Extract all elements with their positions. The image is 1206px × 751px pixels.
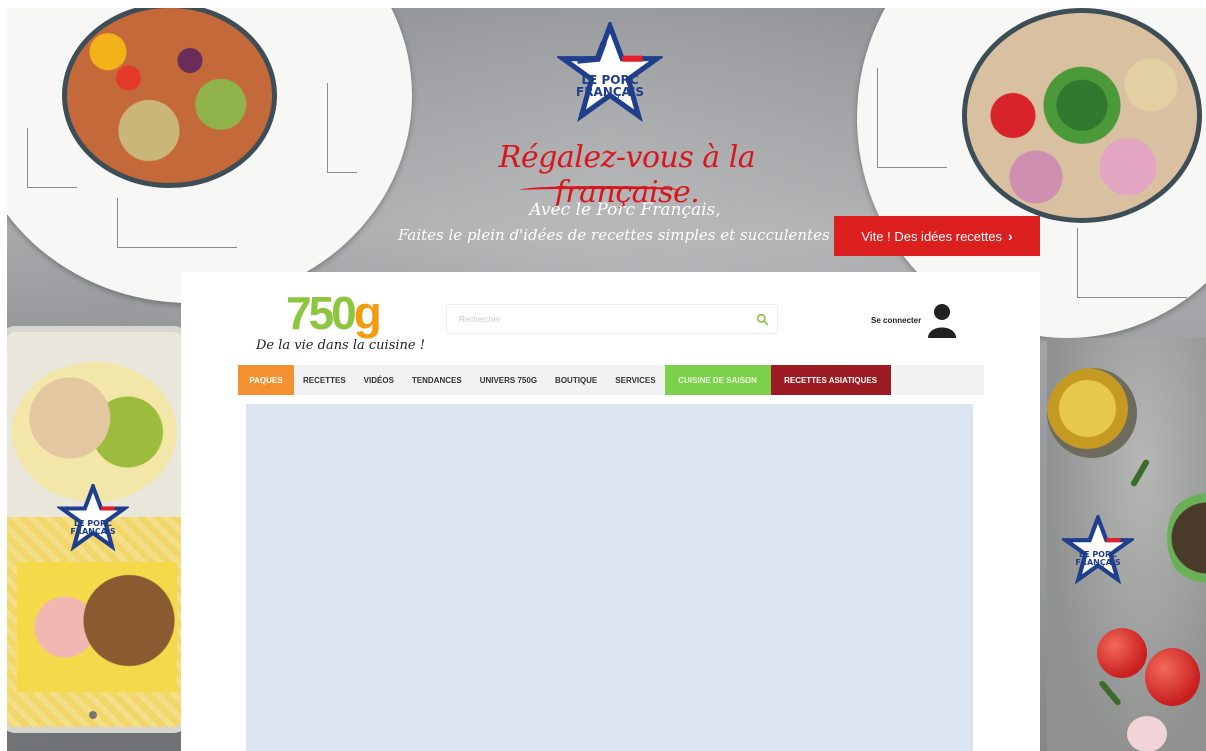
search-input[interactable] [447, 305, 747, 333]
site-logo[interactable]: 750g De la vie dans la cuisine ! [256, 282, 426, 353]
chevron-right-icon: › [1008, 228, 1013, 244]
badge-text: LE PORC FRANÇAIS [1075, 550, 1121, 567]
login-link[interactable]: Se connecter [871, 302, 957, 338]
cta-label: Vite ! Des idées recettes [861, 228, 1002, 244]
user-avatar-icon [928, 304, 957, 338]
le-porc-francais-logo-left[interactable]: LE PORC FRANÇAIS [57, 484, 129, 552]
login-label: Se connecter [871, 315, 922, 325]
person-sketch [27, 128, 77, 188]
herb-sprig [1129, 458, 1151, 488]
nav-item-boutique[interactable]: BOUTIQUE [546, 365, 606, 395]
eiffel-tower-sketch [327, 83, 357, 173]
le-porc-francais-logo[interactable]: LE PORC FRANÇAIS [557, 22, 663, 124]
le-porc-francais-logo-right[interactable]: LE PORC FRANÇAIS [1062, 515, 1134, 585]
tomato-image [1097, 628, 1147, 678]
couple-sketch [1077, 228, 1187, 298]
main-navigation: PAQUES RECETTES VIDÉOS TENDANCES UNIVERS… [238, 365, 984, 395]
nav-item-tendances[interactable]: TENDANCES [403, 365, 471, 395]
logo-tagline: De la vie dans la cuisine ! [256, 338, 425, 353]
nav-item-recettes[interactable]: RECETTES [294, 365, 355, 395]
badge-text: LE PORC FRANÇAIS [70, 519, 116, 536]
garlic-image [1127, 716, 1167, 751]
nav-item-cuisine-de-saison[interactable]: CUISINE DE SAISON [664, 365, 771, 395]
search-icon[interactable] [747, 305, 777, 333]
nav-item-univers-750g[interactable]: UNIVERS 750G [471, 365, 546, 395]
poke-bowl-image [962, 8, 1202, 223]
badge-text: LE PORC FRANÇAIS [576, 73, 644, 99]
tablet-home-button [89, 711, 97, 719]
star-badge-icon [57, 484, 129, 552]
nav-item-videos[interactable]: VIDÉOS [355, 365, 403, 395]
banner-subtitle-2: Faites le plein d'idées de recettes simp… [398, 226, 830, 244]
cafe-sketch [117, 198, 237, 248]
recipe-ideas-cta-button[interactable]: Vite ! Des idées recettes › [834, 216, 1040, 256]
search-box[interactable] [446, 304, 778, 334]
tomato-image [1145, 648, 1200, 706]
pork-dish-image [12, 362, 177, 502]
title-underline-swash [520, 186, 680, 194]
herb-sprig [1098, 679, 1122, 707]
pool-sketch [877, 68, 947, 168]
nav-item-paques[interactable]: PAQUES [238, 365, 294, 395]
pork-steak-image [17, 562, 177, 692]
logo-wordmark: 750g [286, 287, 382, 339]
content-placeholder [246, 404, 973, 751]
salad-bowl-image [62, 8, 277, 188]
site-container: 750g De la vie dans la cuisine ! Se conn… [181, 272, 1040, 751]
nav-item-services[interactable]: SERVICES [606, 365, 664, 395]
peppercorn-bowl-image [1167, 488, 1206, 588]
banner-subtitle-1: Avec le Porc Français, [529, 200, 721, 220]
olive-oil-image [1047, 368, 1137, 458]
nav-item-recettes-asiatiques[interactable]: RECETTES ASIATIQUES [770, 365, 891, 395]
